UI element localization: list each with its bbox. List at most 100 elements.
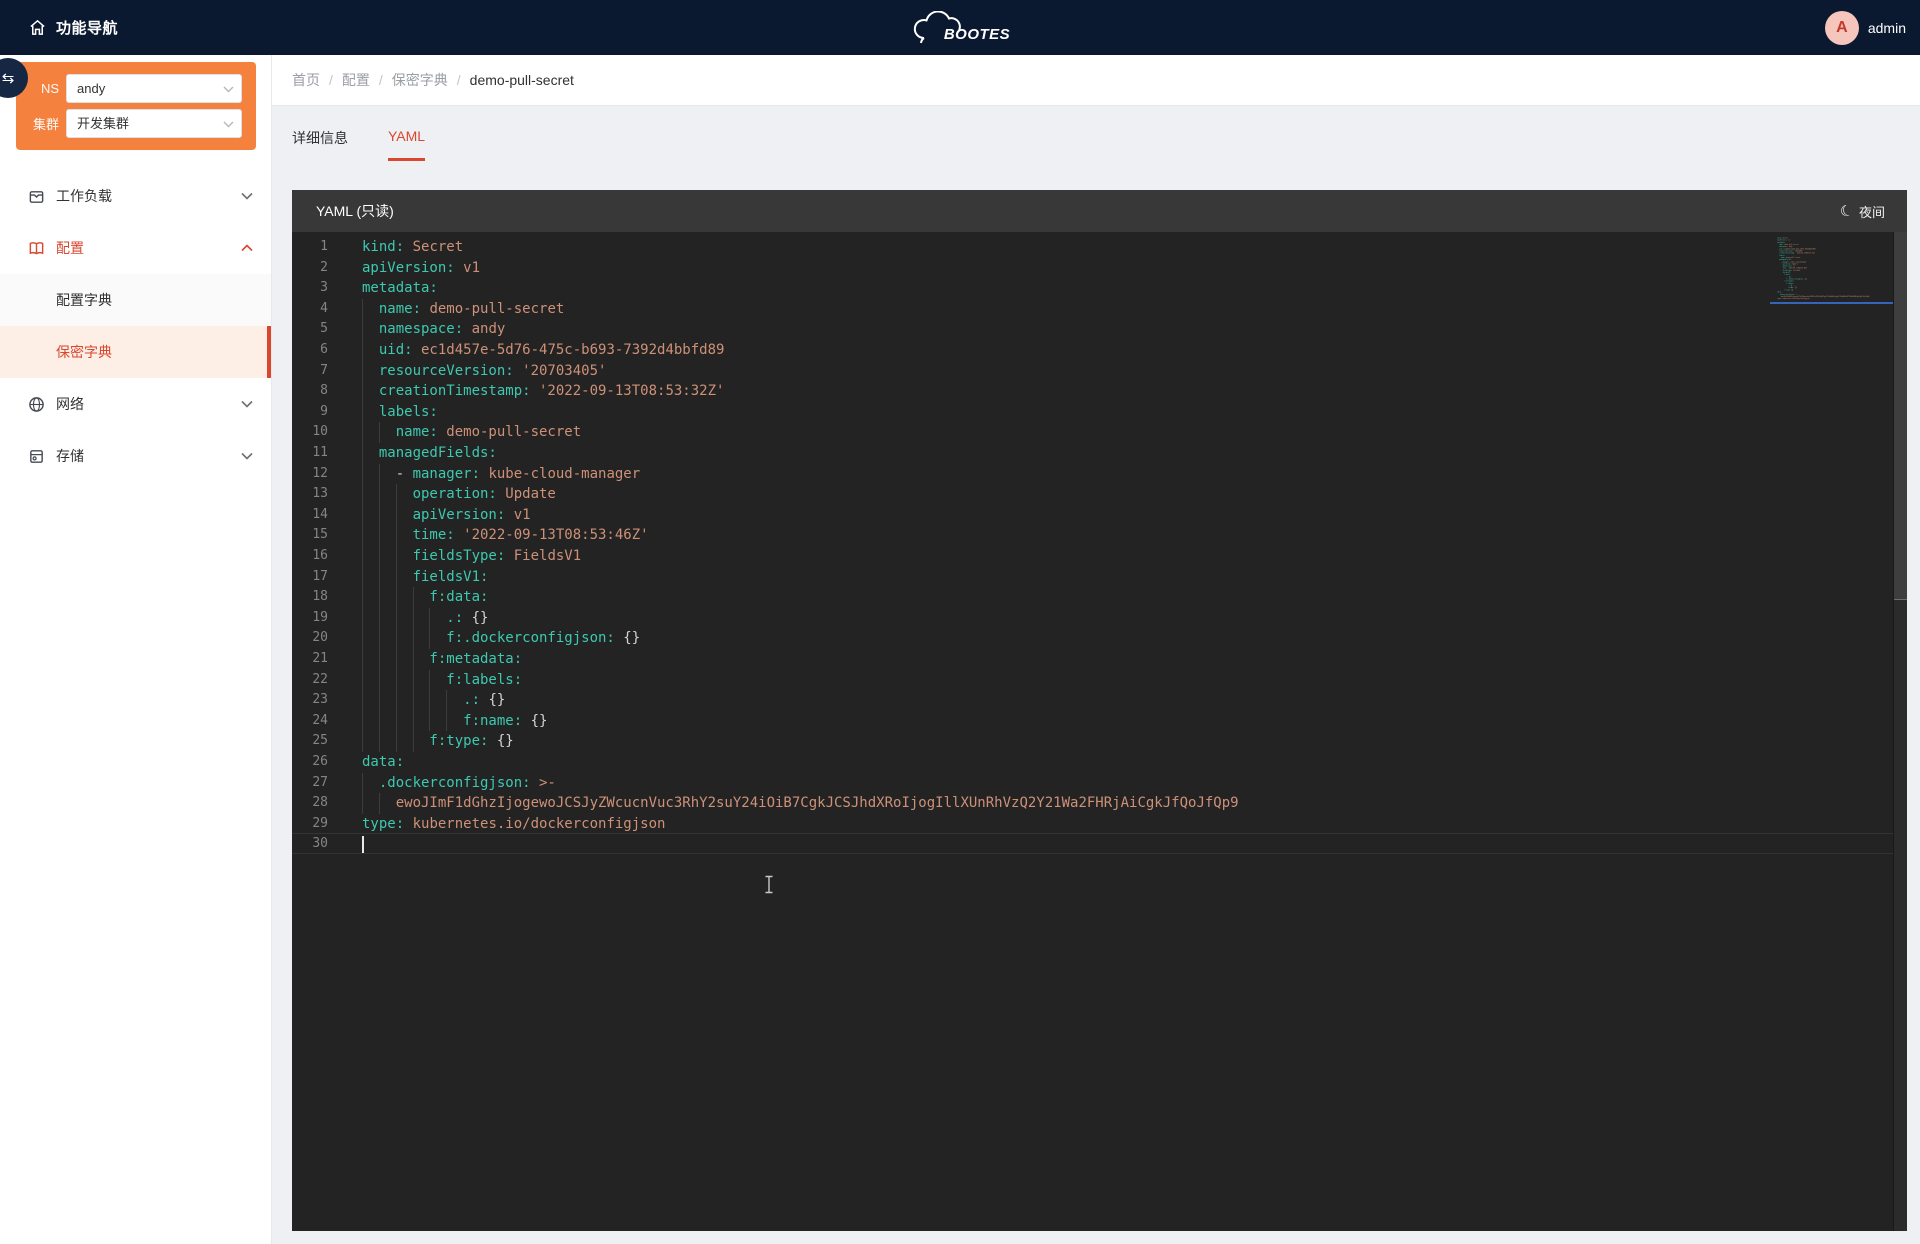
tab-details[interactable]: 详细信息 xyxy=(292,128,348,161)
code-line: 15 time: '2022-09-13T08:53:46Z' xyxy=(292,525,1893,546)
sidebar: ⇆ NS andy 集群 开发集群 工作负载 配置 xyxy=(0,55,272,1244)
sidebar-item-config[interactable]: 配置 xyxy=(0,222,271,274)
breadcrumb-secret-dict[interactable]: 保密字典 xyxy=(392,70,448,90)
line-number: 8 xyxy=(292,381,328,402)
code-line: 8 creationTimestamp: '2022-09-13T08:53:3… xyxy=(292,381,1893,402)
user-menu[interactable]: A admin xyxy=(1825,0,1906,55)
code-line: 30 xyxy=(292,834,1893,855)
code-lines: 1kind: Secret2apiVersion: v13metadata:4 … xyxy=(292,237,1893,867)
line-number: 18 xyxy=(292,587,328,608)
cluster-select-value: 开发集群 xyxy=(77,116,129,131)
code-line: 19 .: {} xyxy=(292,608,1893,629)
minimap-indicator xyxy=(1770,302,1893,304)
sidebar-item-workload[interactable]: 工作负载 xyxy=(0,170,271,222)
sidebar-item-label: 配置字典 xyxy=(56,290,271,310)
code-line: 7 resourceVersion: '20703405' xyxy=(292,361,1893,382)
line-number: 24 xyxy=(292,711,328,732)
sidebar-item-secret[interactable]: 保密字典 xyxy=(0,326,271,378)
line-number: 19 xyxy=(292,608,328,629)
top-nav: 功能导航 BOOTES A admin xyxy=(0,0,1920,55)
line-number: 27 xyxy=(292,773,328,794)
breadcrumb-separator: / xyxy=(329,72,333,88)
code-line: 10 name: demo-pull-secret xyxy=(292,422,1893,443)
minimap[interactable]: kind: SecretapiVersion: v1metadata: name… xyxy=(1770,237,1893,327)
breadcrumb-config[interactable]: 配置 xyxy=(342,70,370,90)
breadcrumb-separator: / xyxy=(379,72,383,88)
code-line: 11 managedFields: xyxy=(292,443,1893,464)
line-number: 5 xyxy=(292,319,328,340)
breadcrumb-home[interactable]: 首页 xyxy=(292,70,320,90)
line-number: 23 xyxy=(292,690,328,711)
line-number: 12 xyxy=(292,464,328,485)
cluster-select[interactable]: 开发集群 xyxy=(66,109,242,138)
avatar[interactable]: A xyxy=(1825,11,1859,45)
editor-header: YAML (只读) ☾ 夜间 xyxy=(292,190,1907,232)
line-number: 28 xyxy=(292,793,328,814)
sidebar-item-label: 网络 xyxy=(56,394,241,414)
namespace-select[interactable]: andy xyxy=(66,74,242,103)
breadcrumb: 首页 / 配置 / 保密字典 / demo-pull-secret xyxy=(272,55,1920,106)
line-number: 1 xyxy=(292,237,328,258)
text-caret xyxy=(362,836,364,853)
line-number: 6 xyxy=(292,340,328,361)
code-line: 9 labels: xyxy=(292,402,1893,423)
main-content: 详细信息 YAML YAML (只读) ☾ 夜间 1kind: Secret2a… xyxy=(272,106,1920,1244)
cluster-label: 集群 xyxy=(16,114,66,133)
line-number: 17 xyxy=(292,567,328,588)
code-line: 6 uid: ec1d457e-5d76-475c-b693-7392d4bbf… xyxy=(292,340,1893,361)
line-number: 22 xyxy=(292,670,328,691)
sidebar-item-label: 工作负载 xyxy=(56,186,241,206)
sidebar-item-label: 保密字典 xyxy=(56,342,271,362)
code-line: 16 fieldsType: FieldsV1 xyxy=(292,546,1893,567)
chevron-down-icon xyxy=(241,452,253,460)
chevron-down-icon xyxy=(241,400,253,408)
sidebar-item-network[interactable]: 网络 xyxy=(0,378,271,430)
line-number: 25 xyxy=(292,731,328,752)
editor-title: YAML (只读) xyxy=(316,201,394,221)
line-number: 10 xyxy=(292,422,328,443)
tab-yaml[interactable]: YAML xyxy=(388,128,425,161)
chevron-down-icon xyxy=(223,121,234,128)
detail-tabs: 详细信息 YAML xyxy=(272,106,1920,161)
night-mode-toggle[interactable]: ☾ 夜间 xyxy=(1840,202,1885,221)
code-line: 17 fieldsV1: xyxy=(292,567,1893,588)
workload-icon xyxy=(28,188,46,205)
namespace-select-value: andy xyxy=(77,81,105,96)
sidebar-item-label: 存储 xyxy=(56,446,241,466)
code-area[interactable]: 1kind: Secret2apiVersion: v13metadata:4 … xyxy=(292,232,1907,1231)
config-submenu: 配置字典 保密字典 xyxy=(0,274,271,378)
line-number: 11 xyxy=(292,443,328,464)
context-panel: NS andy 集群 开发集群 xyxy=(16,62,256,150)
chevron-up-icon xyxy=(241,244,253,252)
code-line: 18 f:data: xyxy=(292,587,1893,608)
line-number: 3 xyxy=(292,278,328,299)
swap-arrows-icon: ⇆ xyxy=(2,70,15,87)
config-icon xyxy=(28,240,46,257)
code-line: 12 - manager: kube-cloud-manager xyxy=(292,464,1893,485)
night-mode-label: 夜间 xyxy=(1859,202,1885,221)
sidebar-item-configmap[interactable]: 配置字典 xyxy=(0,274,271,326)
chevron-down-icon xyxy=(241,192,253,200)
line-number: 7 xyxy=(292,361,328,382)
code-line: 14 apiVersion: v1 xyxy=(292,505,1893,526)
nav-home[interactable]: 功能导航 xyxy=(28,0,118,55)
code-line: 23 .: {} xyxy=(292,690,1893,711)
sidebar-menu: 工作负载 配置 配置字典 保密字典 网络 存储 xyxy=(0,170,271,482)
code-line: 26data: xyxy=(292,752,1893,773)
line-number: 29 xyxy=(292,814,328,835)
sidebar-item-storage[interactable]: 存储 xyxy=(0,430,271,482)
code-line: 27 .dockerconfigjson: >- xyxy=(292,773,1893,794)
logo-text: BOOTES xyxy=(944,26,1010,43)
code-line: 20 f:.dockerconfigjson: {} xyxy=(292,628,1893,649)
line-number: 15 xyxy=(292,525,328,546)
line-number: 21 xyxy=(292,649,328,670)
sidebar-item-label: 配置 xyxy=(56,238,241,258)
scrollbar-thumb[interactable] xyxy=(1894,232,1907,600)
editor-scrollbar[interactable] xyxy=(1893,232,1907,1231)
moon-icon: ☾ xyxy=(1837,201,1855,222)
code-line: 25 f:type: {} xyxy=(292,731,1893,752)
code-line: 29type: kubernetes.io/dockerconfigjson xyxy=(292,814,1893,835)
breadcrumb-separator: / xyxy=(457,72,461,88)
minimap-content: kind: SecretapiVersion: v1metadata: name… xyxy=(1770,237,1893,303)
code-line: 5 namespace: andy xyxy=(292,319,1893,340)
